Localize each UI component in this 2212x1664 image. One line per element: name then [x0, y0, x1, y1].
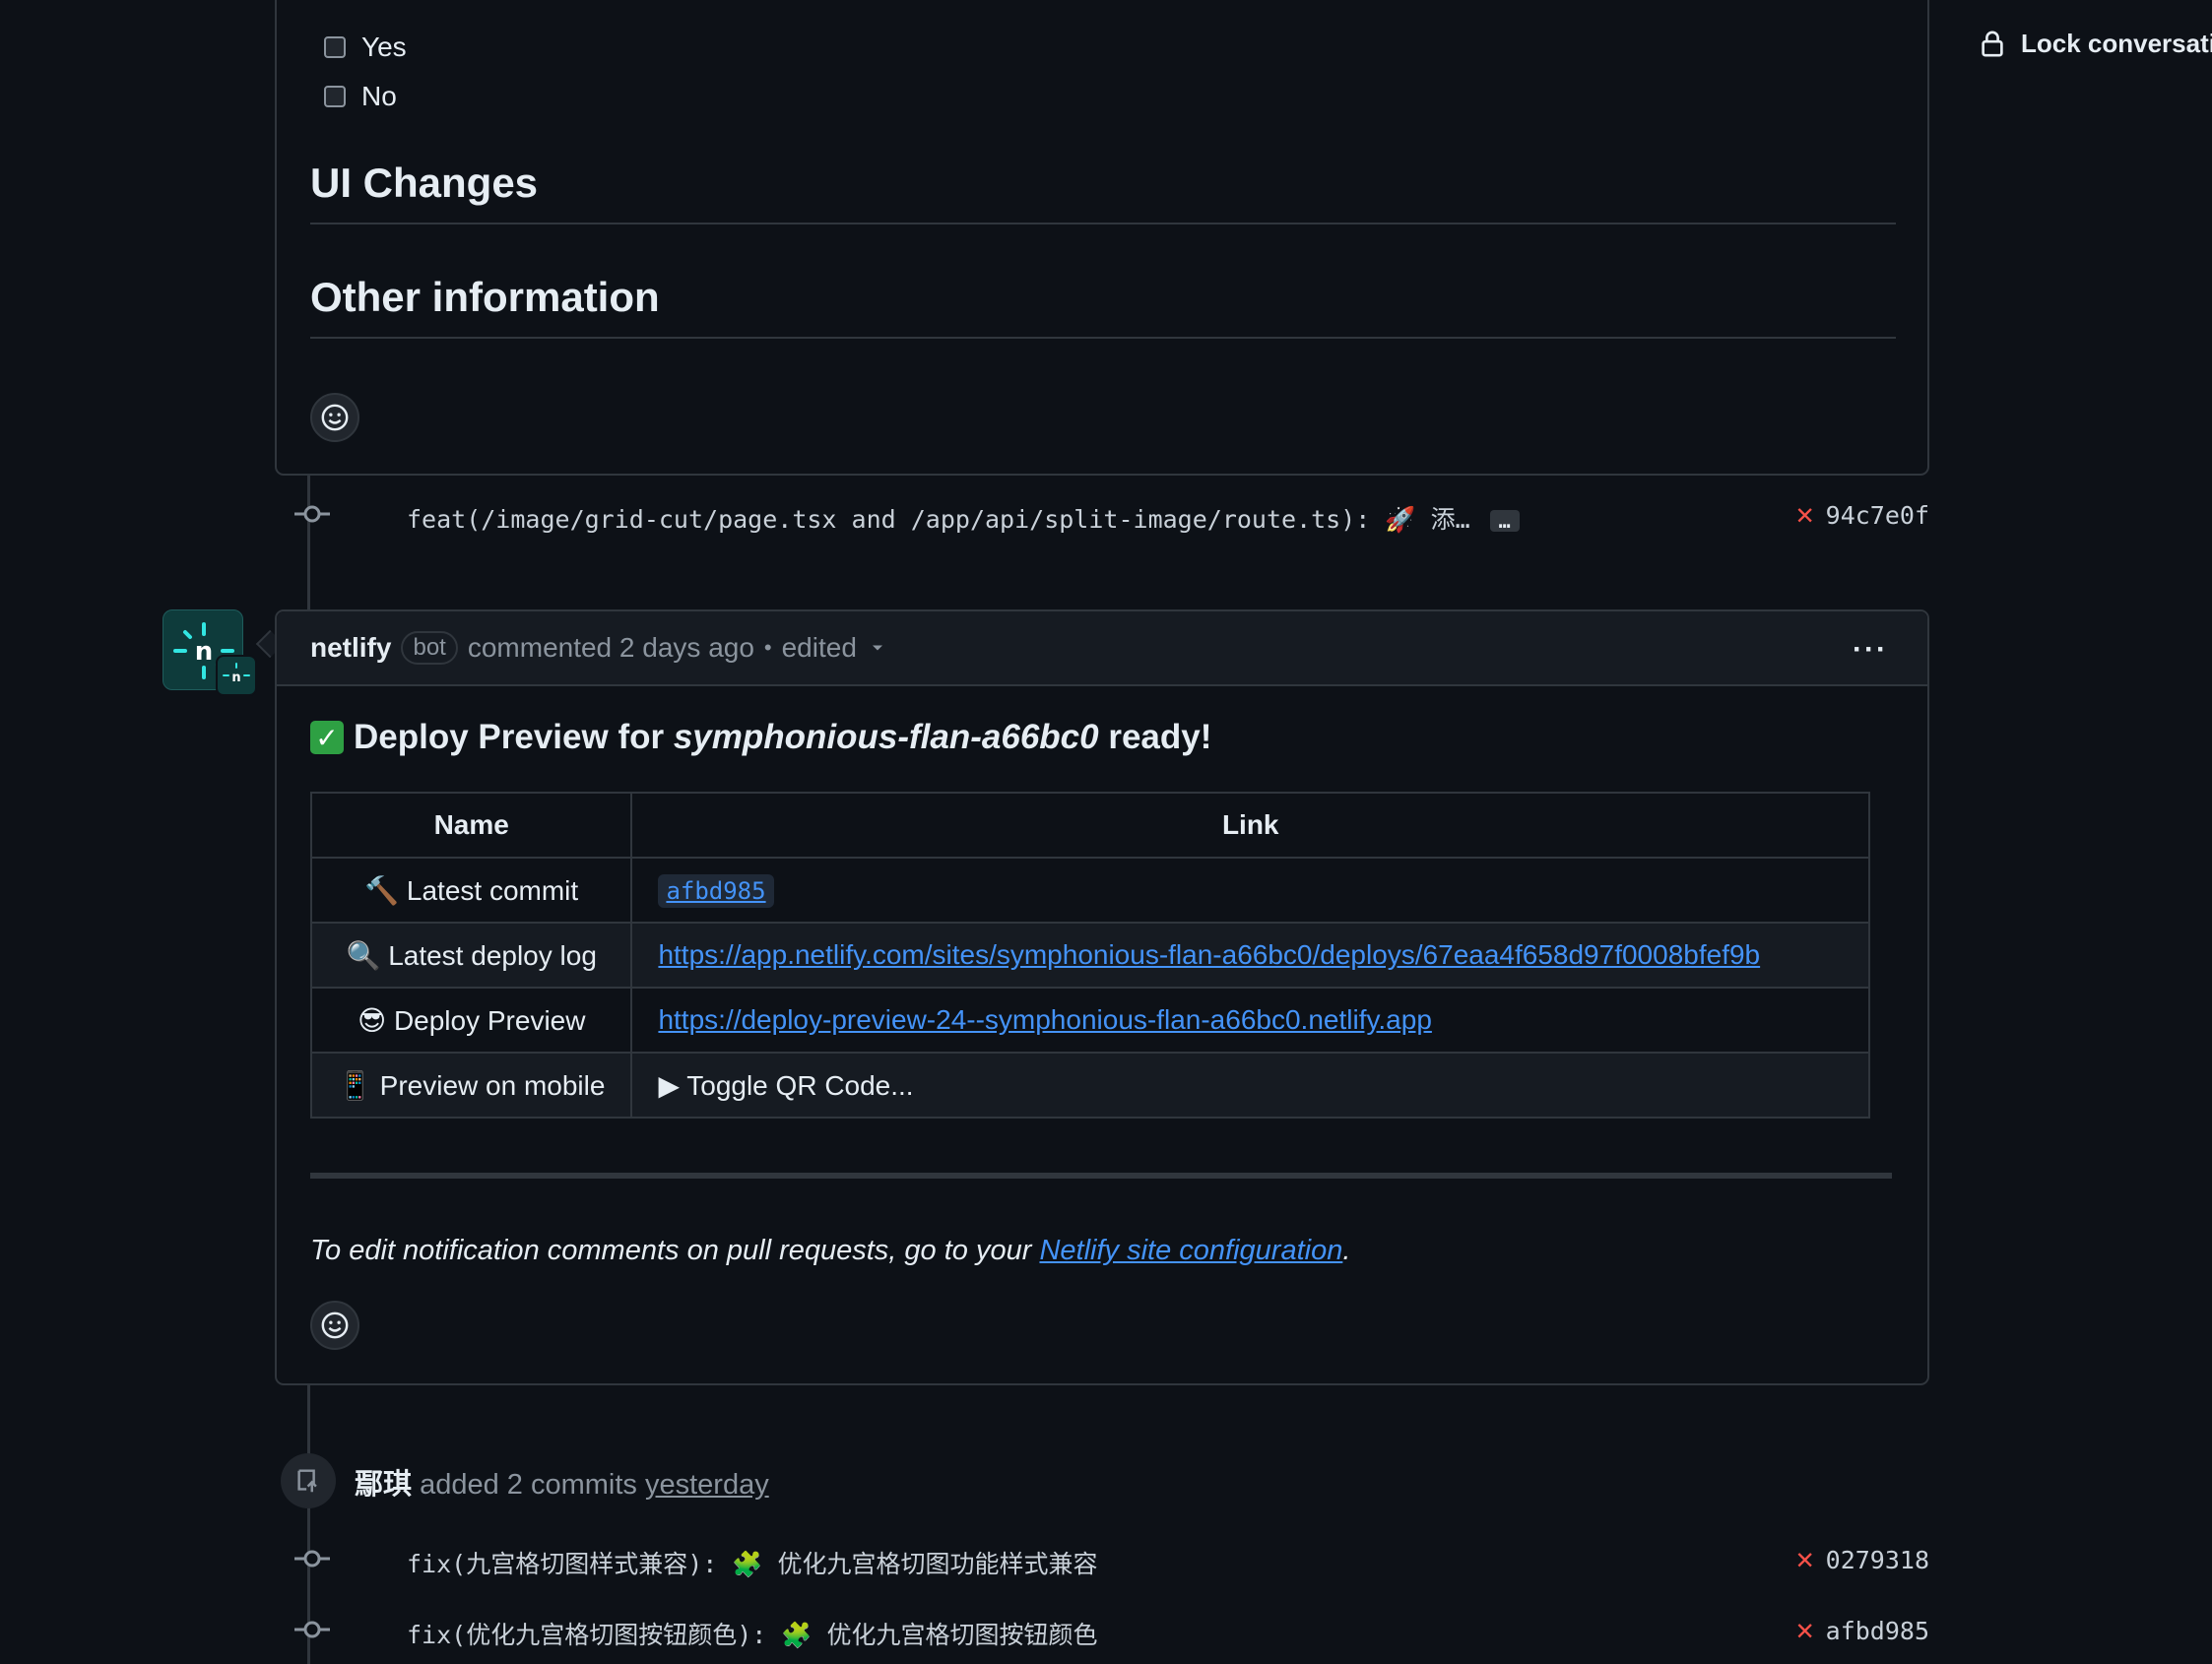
commit-message[interactable]: fix(优化九宫格切图按钮颜色): 🧩 优化九宫格切图按钮颜色	[407, 1616, 1098, 1651]
deploy-site-name: symphonious-flan-a66bc0	[673, 718, 1099, 756]
deploy-title: ✓ Deploy Preview for symphonious-flan-a6…	[310, 718, 1211, 757]
expand-commit-button[interactable]: …	[1489, 510, 1520, 532]
git-commit-icon	[294, 1621, 330, 1638]
comment-author[interactable]: netlify	[310, 632, 391, 664]
deploy-title-prefix: Deploy Preview for	[354, 718, 665, 756]
commit-status: ✕ 0279318	[1796, 1545, 1929, 1574]
event-action: added 2 commits	[420, 1469, 637, 1501]
bot-badge: bot	[401, 631, 458, 665]
x-icon[interactable]: ✕	[1796, 1616, 1814, 1645]
deploy-table: Name Link 🔨 Latest commit afbd985 🔍 Late…	[309, 792, 1870, 1119]
table-row: 🔍 Latest deploy log https://app.netlify.…	[309, 922, 1870, 989]
svg-text:n: n	[231, 671, 240, 685]
row-name-cell: 🔨 Latest commit	[309, 857, 633, 924]
deploy-preview-link[interactable]: https://deploy-preview-24--symphonious-f…	[658, 1004, 1431, 1035]
pr-description-box: Yes No UI Changes Other information	[275, 0, 1929, 476]
row-name-cell: 😎 Deploy Preview	[309, 987, 633, 1054]
note-text: To edit notification comments on pull re…	[310, 1235, 1032, 1266]
commit-message[interactable]: feat(/image/grid-cut/page.tsx and /app/a…	[407, 505, 1470, 534]
checkbox-yes-row[interactable]: Yes	[324, 32, 407, 63]
divider	[310, 1173, 1892, 1179]
checkbox-label: No	[361, 81, 397, 111]
row-link-cell: ▶ Toggle QR Code...	[630, 1052, 1870, 1119]
heading-other-information: Other information	[310, 274, 1896, 339]
magnifier-icon: 🔍	[346, 939, 381, 971]
commit-row: fix(优化九宫格切图按钮颜色): 🧩 优化九宫格切图按钮颜色 ✕ afbd98…	[275, 1610, 1929, 1649]
lock-conversation-label: Lock conversation	[2021, 28, 2212, 58]
row-name-cell: 🔍 Latest deploy log	[309, 922, 633, 989]
edited-dropdown[interactable]: edited	[782, 632, 890, 664]
repo-push-icon	[281, 1453, 336, 1508]
comment-timestamp[interactable]: commented 2 days ago	[468, 632, 754, 664]
row-name: Preview on mobile	[379, 1069, 606, 1101]
event-author[interactable]: 鄢琪	[355, 1469, 412, 1501]
netlify-config-link[interactable]: Netlify site configuration	[1039, 1235, 1342, 1266]
x-icon[interactable]: ✕	[1796, 500, 1814, 530]
commit-sha[interactable]: afbd985	[1826, 1617, 1929, 1645]
column-header: Link	[630, 792, 1870, 859]
check-mark-icon: ✓	[310, 721, 344, 754]
commit-sha-link[interactable]: afbd985	[658, 874, 774, 908]
add-reaction-button[interactable]	[310, 393, 359, 442]
checkbox[interactable]	[324, 36, 346, 58]
add-reaction-button[interactable]	[310, 1301, 359, 1350]
row-name: Latest deploy log	[388, 939, 597, 971]
commit-sha[interactable]: 0279318	[1826, 1546, 1929, 1574]
row-name: Latest commit	[406, 874, 579, 906]
comment-meta: netlify bot commented 2 days ago • edite…	[310, 631, 890, 665]
netlify-logo-icon: n	[223, 663, 250, 685]
commit-row: fix(九宫格切图样式兼容): 🧩 优化九宫格切图功能样式兼容 ✕ 027931…	[275, 1539, 1929, 1578]
checkbox-label: Yes	[361, 32, 407, 62]
edited-label: edited	[781, 632, 857, 663]
deploy-title-suffix: ready!	[1108, 718, 1212, 756]
row-link-cell: afbd985	[630, 857, 1870, 924]
column-header: Name	[309, 792, 633, 859]
deploy-log-link[interactable]: https://app.netlify.com/sites/symphoniou…	[658, 939, 1760, 970]
smiley-icon	[321, 1312, 349, 1339]
commits-added-event: 鄢琪 added 2 commits yesterday	[355, 1461, 769, 1503]
table-header-row: Name Link	[309, 792, 1870, 859]
commit-status: ✕ afbd985	[1796, 1616, 1929, 1645]
row-name-cell: 📱 Preview on mobile	[309, 1052, 633, 1119]
mobile-phone-icon: 📱	[338, 1069, 372, 1101]
note-suffix: .	[1342, 1235, 1351, 1266]
commit-message[interactable]: fix(九宫格切图样式兼容): 🧩 优化九宫格切图功能样式兼容	[407, 1545, 1098, 1580]
netlify-comment: netlify bot commented 2 days ago • edite…	[275, 609, 1929, 1385]
smiley-icon	[321, 404, 349, 431]
commit-status: ✕ 94c7e0f	[1796, 500, 1929, 530]
table-row: 📱 Preview on mobile ▶ Toggle QR Code...	[309, 1052, 1870, 1119]
row-name: Deploy Preview	[393, 1004, 586, 1036]
toggle-qr-code[interactable]: ▶ Toggle QR Code...	[658, 1070, 913, 1101]
separator: •	[763, 635, 772, 660]
lock-icon	[1982, 31, 2003, 57]
table-row: 😎 Deploy Preview https://deploy-preview-…	[309, 987, 1870, 1054]
bot-app-badge: n	[216, 655, 257, 696]
hammer-icon: 🔨	[364, 874, 400, 906]
checkbox-no-row[interactable]: No	[324, 81, 397, 112]
commit-row: feat(/image/grid-cut/page.tsx and /app/a…	[275, 494, 1929, 534]
heading-ui-changes: UI Changes	[310, 160, 1896, 224]
row-link-cell: https://deploy-preview-24--symphonious-f…	[630, 987, 1870, 1054]
svg-text:n: n	[195, 637, 214, 667]
commit-message-row: feat(/image/grid-cut/page.tsx and /app/a…	[407, 500, 1520, 536]
table-row: 🔨 Latest commit afbd985	[309, 857, 1870, 924]
x-icon[interactable]: ✕	[1796, 1545, 1814, 1574]
git-commit-icon	[294, 1550, 330, 1568]
lock-conversation-button[interactable]: Lock conversation	[1978, 28, 2212, 59]
git-commit-icon	[294, 505, 330, 523]
comment-header: netlify bot commented 2 days ago • edite…	[277, 611, 1927, 686]
repo-push-icon-glyph	[297, 1469, 317, 1493]
event-time[interactable]: yesterday	[645, 1469, 769, 1501]
comment-options-button[interactable]: ···	[1853, 633, 1888, 667]
checkbox[interactable]	[324, 86, 346, 107]
sunglasses-icon: 😎	[357, 1004, 387, 1036]
triangle-down-icon	[872, 645, 882, 651]
row-link-cell: https://app.netlify.com/sites/symphoniou…	[630, 922, 1870, 989]
commit-sha[interactable]: 94c7e0f	[1826, 501, 1929, 530]
notification-note: To edit notification comments on pull re…	[310, 1235, 1350, 1267]
